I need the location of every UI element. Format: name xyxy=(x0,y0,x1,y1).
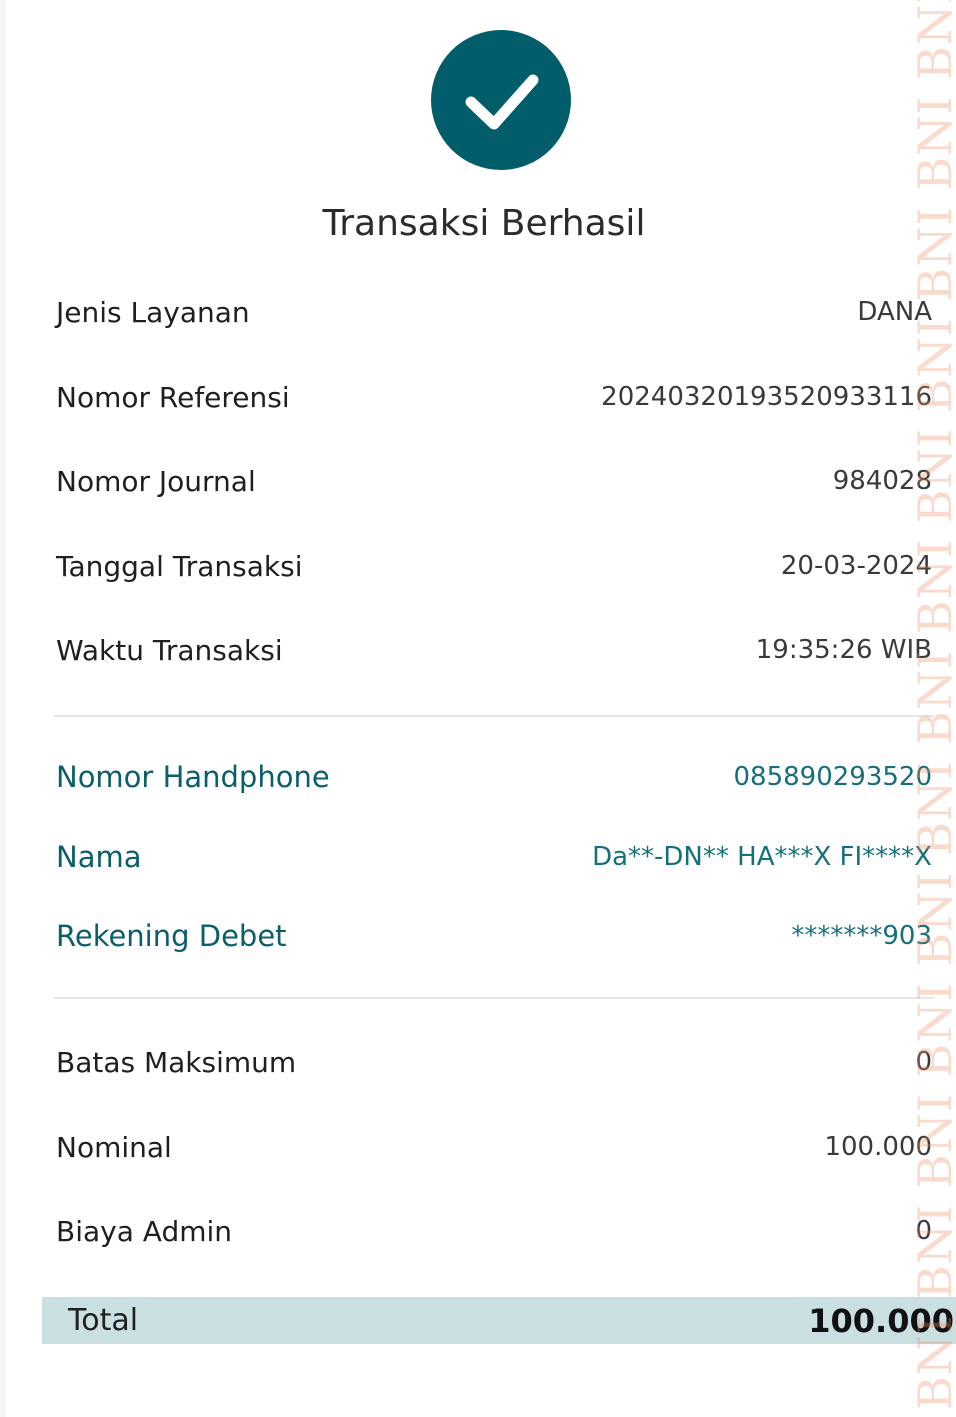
detail-label: Waktu Transaksi xyxy=(56,633,283,667)
detail-value: 20240320193520933116 xyxy=(601,382,932,412)
amount-row-batas-maksimum: Batas Maksimum 0 xyxy=(56,1042,932,1082)
section-divider xyxy=(54,997,934,999)
detail-row-nomor-journal: Nomor Journal 984028 xyxy=(56,461,932,501)
transaction-receipt: Transaksi Berhasil Jenis Layanan DANA No… xyxy=(0,0,956,1417)
detail-label: Tanggal Transaksi xyxy=(56,549,303,583)
detail-value: 20-03-2024 xyxy=(780,551,932,581)
amount-label: Biaya Admin xyxy=(56,1214,233,1248)
amount-row-nominal: Nominal 100.000 xyxy=(56,1127,932,1167)
recipient-label: Rekening Debet xyxy=(56,919,287,953)
amount-row-biaya-admin: Biaya Admin 0 xyxy=(56,1211,932,1251)
detail-label: Nomor Referensi xyxy=(56,380,290,414)
recipient-value: *******903 xyxy=(791,921,932,951)
detail-row-waktu-transaksi: Waktu Transaksi 19:35:26 WIB xyxy=(56,630,932,670)
check-circle-icon xyxy=(431,30,571,170)
recipient-row-nomor-handphone: Nomor Handphone 085890293520 xyxy=(56,757,932,797)
recipient-value: Da**-DN** HA***X FI****X xyxy=(592,842,932,872)
section-divider xyxy=(54,715,934,717)
amount-label: Batas Maksimum xyxy=(56,1045,297,1079)
detail-value: 19:35:26 WIB xyxy=(755,635,932,665)
detail-label: Nomor Journal xyxy=(56,464,256,498)
recipient-label: Nomor Handphone xyxy=(56,760,330,794)
total-bar: Total 100.000 xyxy=(42,1297,956,1344)
recipient-row-rekening-debet: Rekening Debet *******903 xyxy=(56,916,932,956)
total-label: Total xyxy=(68,1303,139,1338)
amount-value: 0 xyxy=(915,1216,932,1246)
detail-value: 984028 xyxy=(832,466,932,496)
detail-row-tanggal-transaksi: Tanggal Transaksi 20-03-2024 xyxy=(56,546,932,586)
amount-label: Nominal xyxy=(56,1130,172,1164)
page-title: Transaksi Berhasil xyxy=(322,203,646,244)
detail-label: Jenis Layanan xyxy=(56,295,250,329)
detail-value: DANA xyxy=(857,297,932,327)
recipient-value: 085890293520 xyxy=(733,762,932,792)
detail-row-nomor-referensi: Nomor Referensi 20240320193520933116 xyxy=(56,377,932,417)
detail-row-jenis-layanan: Jenis Layanan DANA xyxy=(56,292,932,332)
recipient-label: Nama xyxy=(56,840,142,874)
amount-value: 100.000 xyxy=(824,1132,932,1162)
total-value: 100.000 xyxy=(808,1301,954,1340)
amount-value: 0 xyxy=(915,1047,932,1077)
recipient-row-nama: Nama Da**-DN** HA***X FI****X xyxy=(56,837,932,877)
